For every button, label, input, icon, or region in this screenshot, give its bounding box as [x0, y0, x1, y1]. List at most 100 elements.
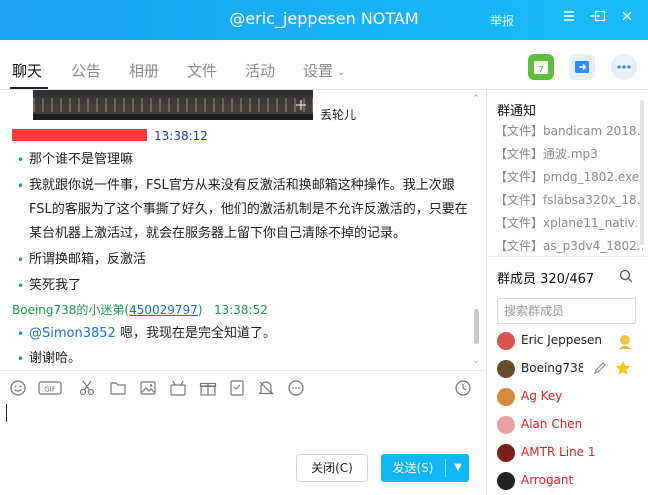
member-name: Alan Chen [521, 417, 583, 431]
shared-image[interactable] [33, 90, 313, 120]
notice-item[interactable]: 【文件】as_p3dv4_1802… [495, 237, 643, 254]
more-icon[interactable] [611, 54, 637, 80]
avatar [497, 360, 515, 378]
title-bar: @eric_jeppesen NOTAM 举报 [0, 0, 648, 40]
notice-item[interactable]: 【文件】xplane11_nativ… [495, 214, 643, 231]
video-call-icon[interactable] [169, 379, 187, 397]
menu-icon[interactable] [558, 8, 580, 30]
tab-active-indicator [10, 87, 48, 89]
close-icon[interactable] [616, 8, 638, 30]
member-search-input[interactable]: 搜索群成员 [497, 298, 636, 324]
notice-item[interactable]: 【文件】pmdg_1802.exe [495, 168, 643, 185]
composer-toolbar: GIF [0, 370, 486, 402]
member-name: Ag Key [521, 389, 563, 403]
tab-activity[interactable]: 活动 [245, 60, 275, 81]
member-item[interactable]: Boeing738 [497, 358, 645, 380]
folder-icon[interactable] [109, 379, 127, 397]
image-icon[interactable] [139, 379, 157, 397]
member-name: Arrogant [521, 473, 574, 487]
svg-text:GIF: GIF [44, 386, 56, 394]
scrollbar-thumb[interactable] [640, 100, 644, 245]
message-line: • 我就跟你说一件事，FSL官方从来没有反激活和换邮箱这种操作。我上次跟FSL的客… [17, 174, 469, 246]
avatar [497, 416, 515, 434]
bullet-icon: • [17, 327, 25, 341]
svg-text:7: 7 [538, 66, 544, 76]
window-title: @eric_jeppesen NOTAM [229, 9, 419, 28]
tab-files[interactable]: 文件 [187, 60, 217, 81]
member-item[interactable]: Arrogant [497, 470, 645, 492]
notice-item[interactable]: 【文件】通波.mp3 [495, 145, 643, 162]
bullet-icon: • [17, 352, 25, 366]
scrollbar-thumb[interactable] [474, 309, 479, 344]
search-icon[interactable] [618, 268, 634, 284]
message-line: • 所谓换邮箱，反激活 [17, 248, 146, 272]
restore-icon[interactable] [589, 8, 611, 30]
message-line: • @Simon3852 嗯，我现在是完全知道了。 [17, 322, 276, 346]
chat-message-area[interactable]: 丢轮儿 13:38:12 • 那个谁不是管理嘛 • 我就跟你说一件事，FSL官方从来… [0, 90, 486, 370]
sender-close-paren: ) [197, 303, 203, 317]
message-line: • 笑死我了 [17, 274, 81, 298]
sender-name: Boeing738的小迷弟( [12, 303, 130, 317]
notice-item[interactable]: 【文件】bandicam 2018… [495, 122, 643, 139]
tab-announcements[interactable]: 公告 [71, 60, 101, 81]
member-name: Boeing738 [521, 361, 583, 375]
mute-notification-icon[interactable] [257, 379, 275, 397]
scroll-down-icon[interactable]: ⌄ [471, 356, 481, 366]
members-title: 群成员 320/467 [497, 272, 595, 287]
chevron-down-icon[interactable]: ▼ [447, 454, 469, 482]
close-button[interactable]: 关闭(C) [296, 454, 368, 482]
zoom-icon [296, 100, 306, 110]
avatar [497, 388, 515, 406]
message-sender[interactable]: Boeing738的小迷弟(450029797) 13:38:52 [12, 301, 268, 318]
message-timestamp: 13:38:12 [154, 129, 208, 143]
more-icon[interactable] [287, 379, 305, 397]
redacted-sender [12, 129, 147, 141]
bullet-icon: • [17, 179, 25, 193]
message-timestamp: 13:38:52 [213, 303, 268, 317]
scroll-up-icon[interactable]: ⌃ [471, 94, 481, 104]
send-button-label: 发送(S) [392, 461, 434, 475]
history-clock-icon[interactable] [454, 379, 472, 397]
chat-scrollbar[interactable]: ⌃ ⌄ [471, 94, 481, 366]
avatar [497, 472, 515, 490]
member-name: Eric Jeppesen [521, 333, 603, 347]
scissors-icon[interactable] [78, 379, 96, 397]
tab-chat[interactable]: 聊天 [12, 60, 42, 81]
vote-icon[interactable] [228, 379, 246, 397]
bullet-icon: • [17, 279, 25, 293]
send-button[interactable]: 发送(S) ▼ [381, 454, 469, 482]
text-cursor [6, 404, 7, 422]
member-name: AMTR Line 1 [521, 445, 596, 459]
send-divider [445, 459, 446, 477]
member-item[interactable]: Alan Chen [497, 414, 645, 436]
image-taskbar [33, 114, 313, 120]
notice-scrollbar[interactable] [639, 100, 645, 245]
tab-settings[interactable]: 设置 ⌄ [303, 60, 345, 81]
image-caption: 丢轮儿 [320, 108, 357, 122]
gift-icon[interactable] [199, 379, 217, 397]
message-text: 嗯，我现在是完全知道了。 [115, 326, 276, 341]
mention-link[interactable]: @Simon3852 [29, 326, 116, 341]
section-divider [487, 256, 648, 257]
avatar [497, 444, 515, 462]
member-item[interactable]: AMTR Line 1 [497, 442, 645, 464]
message-input[interactable] [0, 402, 486, 448]
edit-icon[interactable] [593, 361, 607, 375]
bullet-icon: • [17, 253, 25, 267]
share-screen-icon[interactable] [569, 54, 595, 80]
calendar-icon[interactable]: 7 [528, 54, 554, 80]
notice-item[interactable]: 【文件】fslabsa320x_18… [495, 191, 643, 208]
group-owner-icon [619, 335, 631, 349]
gif-icon[interactable]: GIF [38, 379, 62, 397]
message-line: • 谢谢哈。 [17, 347, 81, 370]
emoji-icon[interactable] [9, 379, 27, 397]
bullet-icon: • [17, 153, 25, 167]
report-button[interactable]: 举报 [490, 12, 514, 29]
message-line: • 那个谁不是管理嘛 [17, 148, 133, 172]
member-item[interactable]: Ag Key [497, 386, 645, 408]
avatar [497, 332, 515, 350]
member-item[interactable]: Eric Jeppesen [497, 330, 645, 352]
group-sidebar: 群通知 【文件】bandicam 2018… 【文件】通波.mp3 【文件】pm… [487, 90, 648, 495]
sender-uid[interactable]: 450029797 [129, 303, 198, 317]
tab-album[interactable]: 相册 [129, 60, 159, 81]
